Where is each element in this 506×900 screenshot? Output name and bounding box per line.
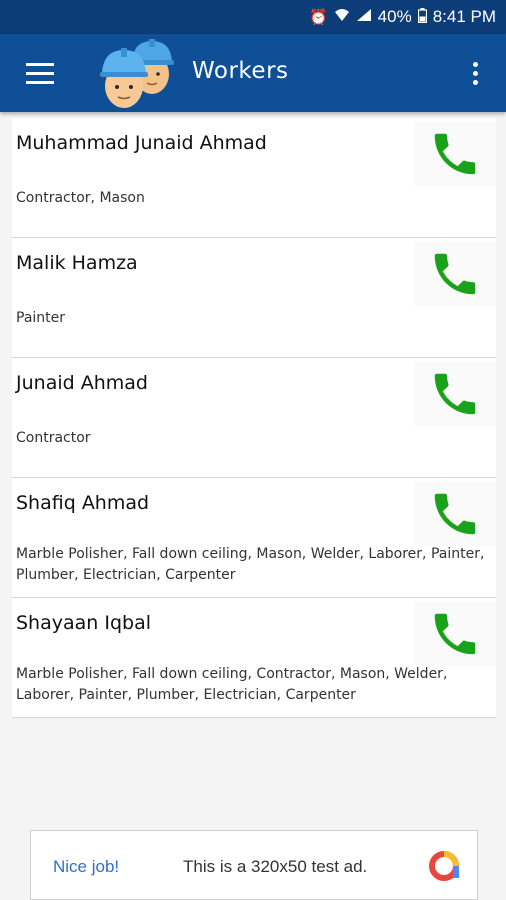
call-button[interactable] [414, 242, 496, 306]
signal-icon [356, 8, 372, 26]
call-button[interactable] [414, 122, 496, 186]
clock: 8:41 PM [432, 7, 496, 26]
menu-icon[interactable] [26, 63, 54, 85]
worker-name: Shayaan Iqbal [16, 612, 152, 634]
ad-text: This is a 320x50 test ad. [183, 857, 368, 876]
list-item[interactable]: Muhammad Junaid Ahmad Contractor, Mason [12, 118, 496, 238]
phone-icon [434, 613, 476, 655]
list-item[interactable]: Junaid Ahmad Contractor [12, 358, 496, 478]
phone-icon [434, 133, 476, 175]
worker-name: Malik Hamza [16, 252, 138, 274]
battery-percent: 40% [377, 7, 412, 26]
worker-name: Shafiq Ahmad [16, 492, 150, 514]
call-button[interactable] [414, 362, 496, 426]
wifi-icon [334, 8, 350, 26]
app-title: Workers [192, 58, 289, 84]
phone-icon [434, 373, 476, 415]
alarm-icon: ⏰ [308, 9, 328, 26]
worker-skills: Painter [16, 310, 66, 326]
list-item[interactable]: Malik Hamza Painter [12, 238, 496, 358]
more-options-icon[interactable] [470, 60, 480, 88]
ad-label[interactable]: Nice job! [53, 857, 119, 877]
worker-skills: Contractor [16, 430, 91, 446]
workers-list: Muhammad Junaid Ahmad Contractor, Mason … [12, 118, 496, 718]
worker-skills: Marble Polisher, Fall down ceiling, Maso… [16, 546, 485, 583]
call-button[interactable] [414, 602, 496, 666]
phone-icon [434, 493, 476, 535]
call-button[interactable] [414, 482, 496, 546]
worker-name: Junaid Ahmad [16, 372, 148, 394]
worker-skills: Marble Polisher, Fall down ceiling, Cont… [16, 666, 448, 703]
phone-icon [434, 253, 476, 295]
app-bar: Workers [0, 34, 506, 112]
battery-icon [417, 7, 427, 27]
list-item[interactable]: Shafiq Ahmad Marble Polisher, Fall down … [12, 478, 496, 598]
workers-logo [100, 39, 174, 108]
status-bar: ⏰ 40% 8:41 PM [0, 0, 506, 34]
ads-logo-icon [429, 851, 459, 881]
worker-skills: Contractor, Mason [16, 190, 145, 206]
ad-banner[interactable]: Nice job! This is a 320x50 test ad. [30, 830, 478, 900]
worker-name: Muhammad Junaid Ahmad [16, 132, 267, 154]
list-item[interactable]: Shayaan Iqbal Marble Polisher, Fall down… [12, 598, 496, 718]
